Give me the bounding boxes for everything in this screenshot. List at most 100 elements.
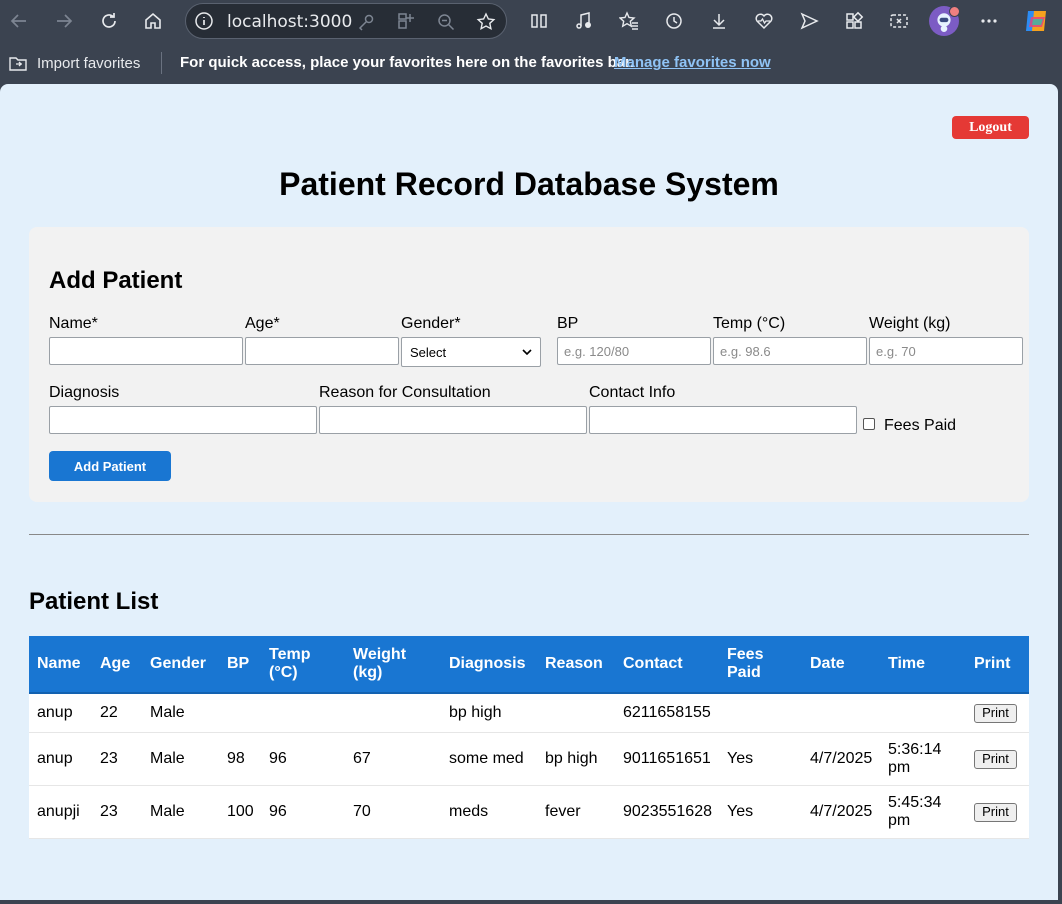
col-header-temp: Temp (°C) [261,636,345,694]
favorites-hint: For quick access, place your favorites h… [180,54,635,71]
split-screen-icon[interactable] [524,6,554,36]
cell-contact: 9023551628 [615,785,719,839]
cell-fees-paid [719,693,802,733]
col-header-date: Date [802,636,880,694]
col-header-weight-l2: (kg) [353,664,383,681]
cell-fees-paid: Yes [719,732,802,786]
temp-label: Temp (°C) [713,315,786,332]
weight-label: Weight (kg) [869,315,951,332]
cell-reason [537,693,615,733]
cell-contact: 9011651651 [615,732,719,786]
cell-age: 22 [92,693,142,733]
col-header-gender: Gender [142,636,219,694]
favorites-separator [161,52,162,74]
print-button[interactable]: Print [974,703,1017,723]
address-url[interactable]: localhost:3000 [227,12,352,32]
section-divider [29,534,1029,535]
reason-input[interactable] [319,406,587,434]
col-header-reason: Reason [537,636,615,694]
downloads-icon[interactable] [704,6,734,36]
cell-reason: fever [537,785,615,839]
table-row: anup 22 Male bp high 6211658155 Print [29,693,1029,733]
cell-age: 23 [92,785,142,839]
name-input[interactable] [49,337,243,365]
cell-bp: 100 [219,785,261,839]
cell-bp [219,693,261,733]
age-label: Age* [245,315,280,332]
weight-input[interactable] [869,337,1023,365]
cell-weight [345,693,441,733]
cell-contact: 6211658155 [615,693,719,733]
home-icon[interactable] [138,6,168,36]
browser-toolbar: localhost:3000 [0,0,1062,42]
col-header-age: Age [92,636,142,694]
favorites-bar: Import favorites For quick access, place… [0,42,1062,84]
diagnosis-input[interactable] [49,406,317,434]
col-header-time: Time [880,636,966,694]
manage-favorites-link[interactable]: Manage favorites now [614,54,771,71]
col-header-temp-l1: Temp [269,646,311,663]
cell-name: anup [29,693,92,733]
cell-print: Print [966,785,1029,839]
favorites-icon[interactable] [614,6,644,36]
age-input[interactable] [245,337,399,365]
print-button[interactable]: Print [974,802,1017,822]
app-available-icon[interactable] [396,12,416,32]
cell-name: anup [29,732,92,786]
site-info-icon[interactable] [194,11,214,31]
temp-input[interactable] [713,337,867,365]
add-patient-button[interactable]: Add Patient [49,451,171,481]
cell-fees-paid: Yes [719,785,802,839]
cell-diagnosis: bp high [441,693,537,733]
media-icon[interactable] [569,6,599,36]
favorite-star-icon[interactable] [476,12,496,32]
reason-label: Reason for Consultation [319,384,491,401]
contact-input[interactable] [589,406,857,434]
back-arrow-icon[interactable] [4,6,34,36]
cell-temp: 96 [261,785,345,839]
page-title: Patient Record Database System [279,166,779,202]
gender-label: Gender* [401,315,461,332]
chevron-down-icon [522,349,532,355]
cell-age: 23 [92,732,142,786]
cell-temp: 96 [261,732,345,786]
print-button[interactable]: Print [974,749,1017,769]
share-icon[interactable] [794,6,824,36]
col-header-bp: BP [219,636,261,694]
logout-button[interactable]: Logout [952,116,1029,139]
bp-input[interactable] [557,337,711,365]
cell-bp: 98 [219,732,261,786]
profile-avatar[interactable] [929,6,960,36]
col-header-temp-l2: (°C) [269,664,298,681]
import-favorites-button[interactable]: Import favorites [8,53,140,73]
cell-diagnosis: some med [441,732,537,786]
patient-table: Name Age Gender BP Temp (°C) Weight (kg) D… [29,636,1029,839]
cell-print: Print [966,732,1029,786]
fees-paid-checkbox[interactable] [863,418,875,430]
table-row: anup 23 Male 98 96 67 some med bp high 9… [29,732,1029,786]
screenshot-icon[interactable] [884,6,914,36]
cell-date: 4/7/2025 [802,732,880,786]
forward-arrow-icon[interactable] [49,6,79,36]
cell-gender: Male [142,785,219,839]
address-bar[interactable]: localhost:3000 [185,3,507,39]
col-header-contact: Contact [615,636,719,694]
gender-selected-value: Select [410,344,447,360]
zoom-out-icon[interactable] [436,12,456,32]
col-header-name: Name [29,636,92,694]
gender-select[interactable]: Select [401,337,541,367]
cell-time [880,693,966,733]
history-icon[interactable] [659,6,689,36]
import-favorites-label: Import favorites [37,54,141,72]
col-header-diagnosis: Diagnosis [441,636,537,694]
key-icon[interactable] [356,12,376,32]
notification-dot [949,6,960,17]
extensions-icon[interactable] [839,6,869,36]
col-header-fees-l1: Fees [727,646,764,663]
more-menu-icon[interactable] [974,6,1004,36]
copilot-icon[interactable] [1022,7,1050,35]
cell-reason: bp high [537,732,615,786]
browser-essentials-icon[interactable] [749,6,779,36]
import-folder-icon [9,57,27,71]
refresh-icon[interactable] [94,6,124,36]
